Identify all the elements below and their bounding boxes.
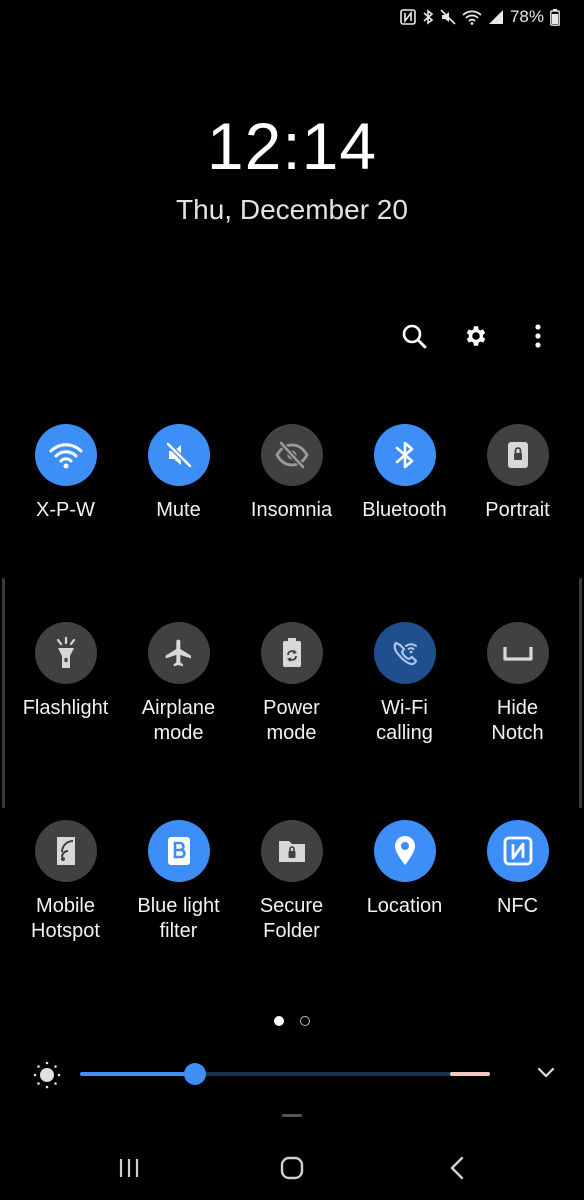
wifi-icon <box>49 443 82 469</box>
brightness-expand-button[interactable] <box>536 1062 556 1087</box>
tile-bluetooth-circle <box>373 424 436 486</box>
nfc-icon <box>400 9 416 25</box>
flashlight-icon <box>56 636 75 668</box>
tile-wifi-label: X-P-W <box>36 499 95 521</box>
tile-nfc[interactable]: NFC <box>461 820 574 1018</box>
tile-power-mode-circle <box>260 622 323 684</box>
left-edge-indicator <box>2 578 5 808</box>
wifi-icon <box>462 9 482 25</box>
tile-secure-folder[interactable]: Secure Folder <box>235 820 348 1018</box>
eye-off-icon <box>274 441 309 469</box>
brightness-slider-thumb[interactable] <box>183 1063 206 1085</box>
recent-apps-button[interactable] <box>89 1140 169 1196</box>
panel-drag-handle[interactable] <box>282 1114 302 1117</box>
settings-button[interactable] <box>458 318 494 354</box>
back-icon <box>450 1156 464 1180</box>
tile-hide-notch[interactable]: Hide Notch <box>461 622 574 820</box>
tile-power-mode[interactable]: Power mode <box>235 622 348 820</box>
tile-insomnia-label: Insomnia <box>250 499 333 521</box>
tile-airplane-circle <box>147 622 210 684</box>
wifi-calling-icon <box>393 641 417 666</box>
signal-icon <box>488 9 504 25</box>
mute-icon <box>440 9 456 25</box>
battery-percent: 78% <box>509 7 544 26</box>
tile-flashlight-label: Flashlight <box>22 697 109 719</box>
search-button[interactable] <box>396 318 432 354</box>
brightness-slider-fill <box>80 1072 195 1076</box>
tile-mute-circle <box>147 424 210 486</box>
tile-wifi-calling-circle <box>373 622 436 684</box>
tile-flashlight[interactable]: Flashlight <box>9 622 122 820</box>
navigation-bar <box>0 1140 584 1200</box>
tile-wifi[interactable]: X-P-W <box>9 424 122 622</box>
brightness-slider-track[interactable] <box>80 1063 490 1085</box>
tile-wifi-calling-label: Wi-Fi calling <box>376 697 433 744</box>
blue-light-filter-icon <box>167 837 190 865</box>
tile-blue-light-filter[interactable]: Blue light filter <box>122 820 235 1018</box>
tile-blue-light-filter-circle <box>147 820 210 882</box>
tile-mobile-hotspot-label: Mobile Hotspot <box>31 895 100 942</box>
tile-portrait-circle <box>486 424 549 486</box>
bluetooth-icon <box>395 441 413 469</box>
brightness-control <box>28 1056 558 1092</box>
tile-location-label: Location <box>366 895 443 917</box>
tile-wifi-calling[interactable]: Wi-Fi calling <box>348 622 461 820</box>
nfc-icon <box>503 836 532 866</box>
clock-date: Thu, December 20 <box>176 194 408 225</box>
tile-insomnia[interactable]: Insomnia <box>235 424 348 622</box>
hotspot-icon <box>56 837 75 865</box>
tile-location-circle <box>373 820 436 882</box>
tile-mobile-hotspot-circle <box>34 820 97 882</box>
page-dot-1[interactable] <box>274 1016 284 1026</box>
tile-secure-folder-circle <box>260 820 323 882</box>
airplane-icon <box>165 639 191 667</box>
tile-hide-notch-circle <box>486 622 549 684</box>
recent-apps-icon <box>119 1159 139 1177</box>
chevron-down-icon <box>537 1067 555 1078</box>
secure-folder-icon <box>278 841 305 862</box>
settings-gear-icon <box>466 326 486 346</box>
tile-bluetooth[interactable]: Bluetooth <box>348 424 461 622</box>
page-dot-2[interactable] <box>300 1016 310 1026</box>
home-button[interactable] <box>252 1140 332 1196</box>
home-icon <box>280 1156 304 1180</box>
tile-mute-label: Mute <box>156 499 201 521</box>
bluetooth-icon <box>422 9 434 25</box>
tile-nfc-label: NFC <box>496 895 539 917</box>
tile-airplane-label: Airplane mode <box>141 697 216 744</box>
page-indicator <box>0 1016 584 1026</box>
tile-hide-notch-label: Hide Notch <box>491 697 544 744</box>
tile-portrait[interactable]: Portrait <box>461 424 574 622</box>
tile-portrait-label: Portrait <box>485 499 550 521</box>
lock-rotation-icon <box>507 442 528 468</box>
status-bar: 78% <box>400 6 560 28</box>
tile-airplane[interactable]: Airplane mode <box>122 622 235 820</box>
mute-icon <box>165 442 192 468</box>
back-button[interactable] <box>417 1140 497 1196</box>
tile-flashlight-circle <box>34 622 97 684</box>
tile-power-mode-label: Power mode <box>263 697 320 744</box>
tile-nfc-circle <box>486 820 549 882</box>
battery-recycle-icon <box>282 638 301 667</box>
location-pin-icon <box>394 836 415 865</box>
brightness-sun-icon <box>32 1060 62 1095</box>
right-edge-indicator <box>579 578 582 808</box>
tile-blue-light-filter-label: Blue light filter <box>137 895 220 942</box>
tile-insomnia-circle <box>260 424 323 486</box>
tile-location[interactable]: Location <box>348 820 461 1018</box>
more-options-button[interactable] <box>520 318 556 354</box>
clock-time: 12:14 <box>206 109 378 183</box>
brightness-high-zone <box>450 1072 490 1076</box>
search-icon <box>402 324 427 349</box>
notch-icon <box>502 647 533 661</box>
tile-mute[interactable]: Mute <box>122 424 235 622</box>
more-options-icon <box>535 324 541 348</box>
tile-wifi-circle <box>34 424 97 486</box>
tile-bluetooth-label: Bluetooth <box>362 499 447 521</box>
battery-icon <box>550 8 560 26</box>
quick-panel-toolbar <box>396 318 556 354</box>
quick-settings-grid: X-P-W Mute Insomnia Bluetooth Portrait F… <box>9 424 575 1018</box>
tile-mobile-hotspot[interactable]: Mobile Hotspot <box>9 820 122 1018</box>
tile-secure-folder-label: Secure Folder <box>259 895 324 942</box>
